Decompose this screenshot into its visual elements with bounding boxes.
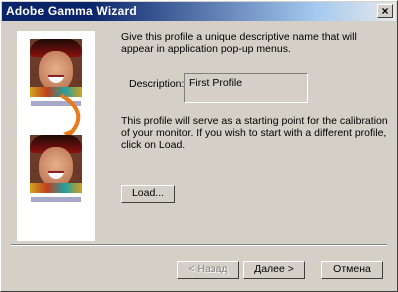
description-label: Description:: [129, 78, 185, 90]
load-button[interactable]: Load...: [121, 185, 175, 203]
next-button[interactable]: Далее >: [243, 261, 305, 279]
window-title: Adobe Gamma Wizard: [6, 4, 137, 18]
cancel-button[interactable]: Отмена: [321, 261, 383, 279]
portrait-before-image: [30, 39, 82, 97]
description-field[interactable]: First Profile: [184, 73, 308, 103]
intro-text: Give this profile a unique descriptive n…: [121, 31, 357, 55]
close-button[interactable]: ×: [377, 4, 393, 18]
portrait-shadow: [31, 197, 81, 202]
gamma-wizard-window: Adobe Gamma Wizard × Give this profile a…: [0, 0, 398, 292]
separator: [11, 244, 387, 246]
close-icon: ×: [381, 4, 389, 18]
explanation-text: This profile will serve as a starting po…: [121, 115, 388, 151]
portrait-after-image: [30, 135, 82, 193]
arrow-icon: [59, 93, 81, 139]
title-bar[interactable]: Adobe Gamma Wizard ×: [2, 2, 396, 21]
illustration-panel: [17, 31, 95, 241]
back-button[interactable]: < Назад: [177, 261, 239, 279]
